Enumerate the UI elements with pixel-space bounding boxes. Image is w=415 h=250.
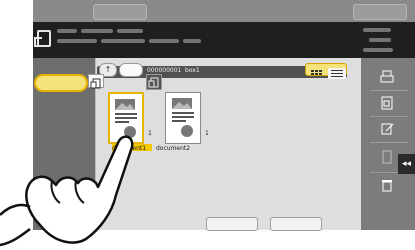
divider bbox=[370, 116, 408, 117]
document-name-2: document2 bbox=[156, 145, 191, 152]
top-button-right[interactable] bbox=[353, 4, 407, 20]
bottom-button-right[interactable] bbox=[270, 217, 322, 231]
view-toggle[interactable] bbox=[305, 63, 347, 79]
header-blur bbox=[57, 29, 77, 33]
sub-menu-button[interactable] bbox=[146, 74, 162, 90]
header bbox=[33, 22, 415, 58]
header-blur bbox=[117, 29, 143, 33]
scan-icon[interactable] bbox=[377, 96, 397, 114]
collapse-panel-tab[interactable]: ◂◂ bbox=[398, 154, 415, 174]
document-icon bbox=[148, 77, 159, 88]
document-icon bbox=[172, 98, 194, 137]
save-icon[interactable] bbox=[377, 150, 397, 168]
top-button-left[interactable] bbox=[93, 4, 147, 20]
box-number: 000000001 bbox=[147, 67, 182, 74]
edit-icon[interactable] bbox=[377, 122, 397, 140]
print-icon[interactable] bbox=[377, 70, 397, 88]
document-icon bbox=[90, 78, 101, 89]
header-blur bbox=[183, 39, 201, 43]
current-folder-tab[interactable] bbox=[119, 63, 143, 77]
divider bbox=[370, 142, 408, 143]
folder-icon-button[interactable] bbox=[88, 74, 104, 89]
header-blur bbox=[81, 29, 113, 33]
pointing-hand-icon bbox=[0, 135, 134, 247]
box-selector-button[interactable] bbox=[34, 74, 88, 92]
header-blur bbox=[363, 48, 393, 52]
header-blur bbox=[149, 39, 179, 43]
header-blur bbox=[363, 28, 391, 32]
thumbnail-view-icon[interactable] bbox=[306, 68, 346, 79]
header-blur bbox=[101, 39, 145, 43]
box-name: box1 bbox=[185, 67, 200, 74]
document-icon bbox=[34, 30, 51, 47]
header-blur bbox=[369, 38, 391, 42]
divider bbox=[370, 90, 408, 91]
document-thumbnail-2[interactable] bbox=[165, 92, 201, 144]
page-count-2: 1 bbox=[205, 130, 209, 137]
top-bar bbox=[33, 0, 415, 22]
bottom-button-left[interactable] bbox=[206, 217, 258, 231]
delete-icon[interactable] bbox=[377, 178, 397, 196]
header-blur bbox=[57, 39, 97, 43]
